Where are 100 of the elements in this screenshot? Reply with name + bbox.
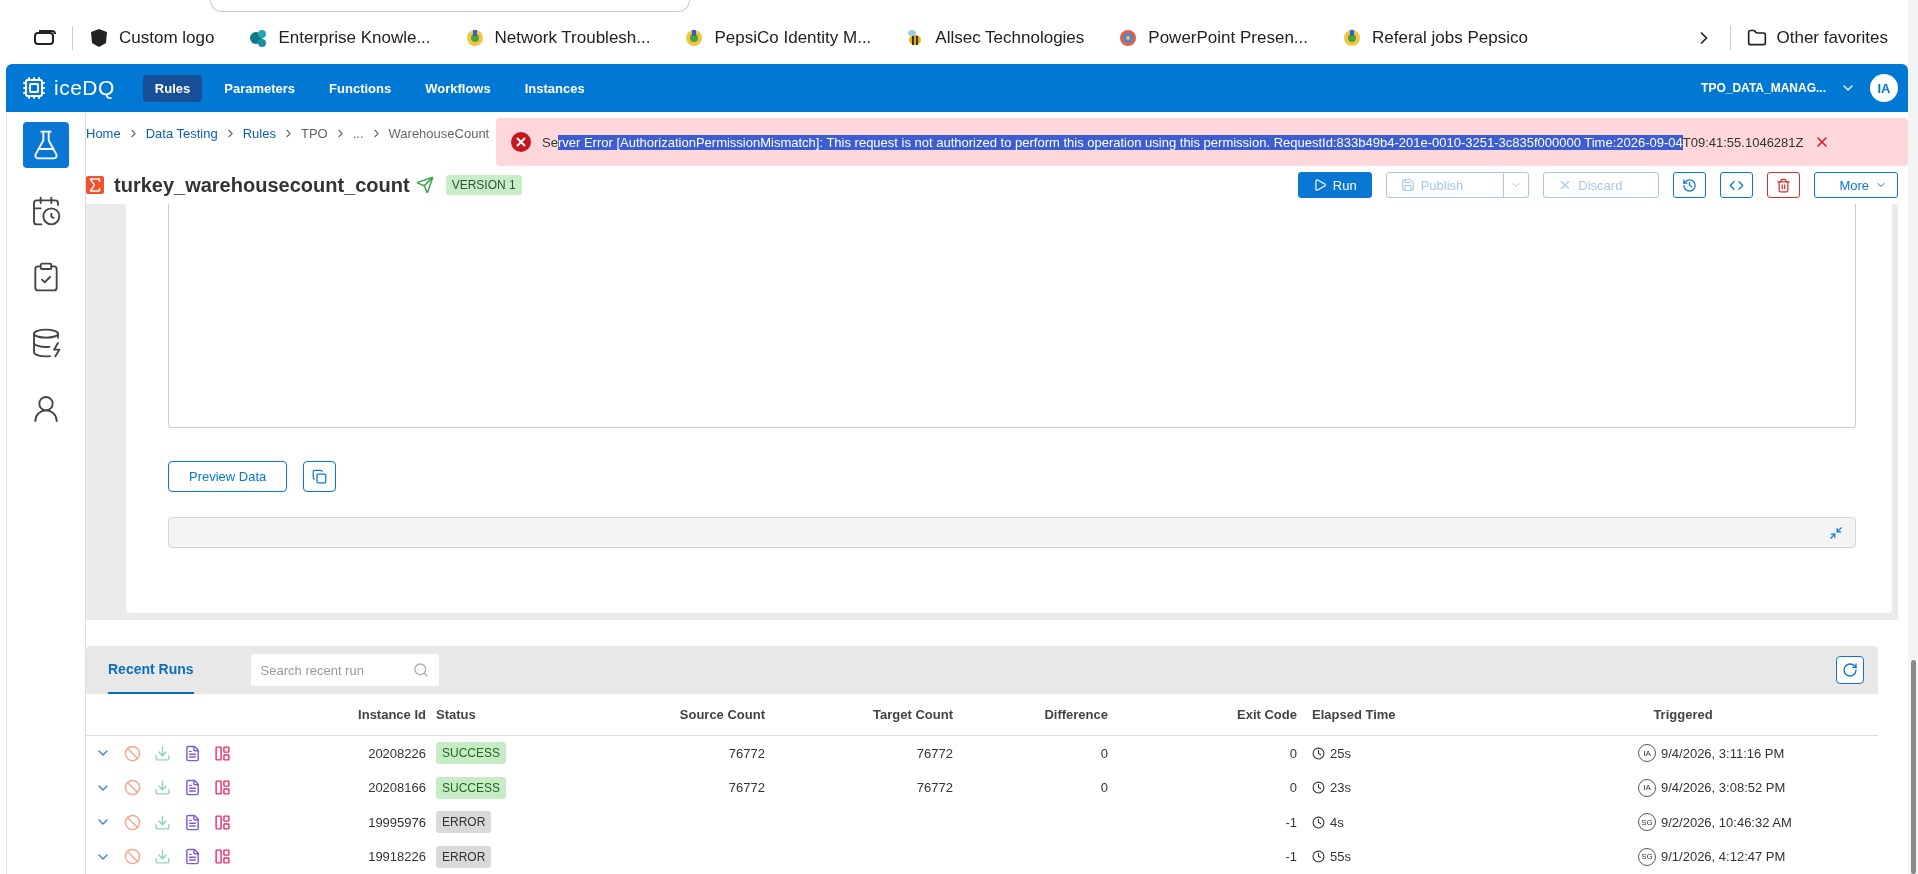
version-tag: VERSION 1 — [445, 175, 522, 195]
status-tag: SUCCESS — [436, 776, 506, 799]
table-cell: 9/1/2026, 4:12:47 PM — [1661, 849, 1786, 865]
table-cell-text: 20208166 — [367, 780, 426, 796]
nav-tab[interactable]: Instances — [512, 74, 597, 102]
column-header: Target Count — [872, 707, 953, 723]
preview-data-button[interactable]: Preview Data — [168, 461, 288, 492]
nav-tab[interactable]: Rules — [142, 74, 203, 102]
bookmark-label: Network Troublesh... — [494, 28, 651, 48]
folder-icon — [1746, 28, 1767, 48]
layout-icon[interactable] — [214, 744, 231, 762]
clock-icon — [1312, 850, 1325, 864]
send-icon — [415, 176, 434, 194]
table-cell-text: 0 — [1288, 780, 1297, 796]
bookmark-label: Allsec Technologies — [935, 28, 1085, 48]
workspace-selector[interactable]: TPO_DATA_MANAG... — [1701, 81, 1826, 95]
collapse-icon[interactable] — [1829, 525, 1843, 540]
rule-title: turkey_warehousecount_count — [114, 173, 410, 197]
nav-tab[interactable]: Workflows — [413, 74, 503, 102]
copy-button[interactable] — [303, 461, 337, 492]
cloud-circles-icon — [248, 28, 269, 48]
nav-tab[interactable]: Functions — [317, 74, 404, 102]
bookmark-label: Other favorites — [1776, 28, 1888, 48]
breadcrumb-link[interactable]: Data Testing — [145, 125, 218, 141]
table-cell: 23s — [1330, 780, 1351, 796]
table-cell-text: -1 — [1284, 849, 1297, 865]
table-cell: 4s — [1330, 814, 1344, 830]
table-cell-text: -1 — [1284, 814, 1297, 830]
bookmark-label: PepsiCo Identity M... — [714, 28, 872, 48]
table-cell: 55s — [1330, 849, 1351, 865]
delete-button[interactable] — [1767, 172, 1801, 198]
code-button[interactable] — [1720, 172, 1754, 198]
layout-icon[interactable] — [214, 779, 231, 797]
document-icon[interactable] — [184, 744, 201, 762]
calendar-clock-icon — [30, 195, 62, 227]
document-icon[interactable] — [184, 779, 201, 797]
bookmark-label: PowerPoint Presen... — [1148, 28, 1309, 48]
scrollbar-thumb[interactable] — [1910, 660, 1916, 874]
table-cell-text: 20208226 — [367, 745, 426, 761]
table-cell-text: 0 — [1099, 745, 1108, 761]
status-tag: ERROR — [436, 845, 492, 868]
play-icon — [1312, 178, 1327, 192]
bookmark-label: Custom logo — [119, 28, 215, 48]
bookmark-link[interactable]: Allsec Technologies — [905, 28, 1085, 48]
table-cell: 9/4/2026, 3:08:52 PM — [1661, 780, 1786, 796]
status-tag: ERROR — [436, 811, 492, 834]
badge-logo-icon — [684, 28, 705, 48]
search-field[interactable]: Search recent run — [250, 654, 439, 686]
search-icon — [412, 662, 429, 678]
refresh-icon — [1842, 662, 1858, 678]
breadcrumb-link[interactable]: Rules — [242, 125, 276, 141]
table-cell: 9/4/2026, 3:11:16 PM — [1661, 745, 1785, 761]
bookmark-link[interactable]: PepsiCo Identity M... — [684, 28, 872, 48]
table-cell-text: 76772 — [915, 780, 953, 796]
table-cell-text: 0 — [1288, 745, 1297, 761]
document-icon[interactable] — [184, 813, 201, 831]
table-cell-text: 76772 — [915, 745, 953, 761]
run-button[interactable]: Run — [1297, 172, 1372, 198]
copy-icon — [312, 469, 328, 484]
nav-tab[interactable]: Parameters — [212, 74, 308, 102]
sidebar-item[interactable] — [23, 122, 69, 168]
chip-logo-icon — [22, 76, 46, 100]
column-header: Status — [435, 707, 477, 723]
breadcrumb-link[interactable]: ... — [352, 125, 364, 141]
shield-logo-icon — [89, 28, 109, 48]
layout-icon[interactable] — [214, 848, 231, 866]
clock-icon — [1312, 815, 1325, 829]
history-button[interactable] — [1673, 172, 1707, 198]
bookmark-link[interactable]: Custom logo — [89, 28, 215, 48]
bookmark-link[interactable]: Referal jobs Pepsico — [1342, 28, 1528, 48]
error-icon — [510, 131, 532, 153]
column-header: Difference — [1043, 707, 1108, 723]
document-icon[interactable] — [184, 848, 201, 866]
table-cell: 25s — [1330, 745, 1351, 761]
tabs-icon[interactable] — [34, 30, 56, 46]
column-header: Triggered — [1652, 707, 1714, 723]
column-header: Source Count — [678, 707, 765, 723]
recent-runs-tab[interactable]: Recent Runs — [108, 646, 194, 694]
other-favorites-link[interactable]: Other favorites — [1746, 28, 1888, 48]
bookmark-label: Referal jobs Pepsico — [1372, 28, 1528, 48]
database-plug-icon — [30, 327, 62, 359]
column-header: Instance Id — [357, 707, 426, 723]
breadcrumb-link[interactable]: WarehouseCount — [388, 125, 490, 141]
bookmark-label: Enterprise Knowle... — [278, 28, 431, 48]
breadcrumb-link[interactable]: Home — [86, 125, 121, 141]
bookmark-link[interactable]: PowerPoint Presen... — [1118, 28, 1309, 48]
refresh-button[interactable] — [1836, 656, 1864, 684]
clock-icon — [1312, 746, 1325, 760]
badge-logo-icon — [1342, 28, 1363, 48]
status-tag: SUCCESS — [436, 742, 506, 765]
layout-icon[interactable] — [214, 813, 231, 831]
user-avatar[interactable]: IA — [1870, 74, 1898, 102]
bookmark-link[interactable]: Network Troublesh... — [464, 28, 651, 48]
breadcrumb-link[interactable]: TPO — [300, 125, 328, 141]
table-cell-text: 19918226 — [367, 849, 426, 865]
bookmark-link[interactable]: Enterprise Knowle... — [248, 28, 431, 48]
table-cell-text: 19995976 — [367, 814, 426, 830]
more-button[interactable]: More — [1814, 172, 1898, 198]
table-cell-text: 0 — [1099, 780, 1108, 796]
app-logo: iceDQ — [54, 76, 115, 100]
